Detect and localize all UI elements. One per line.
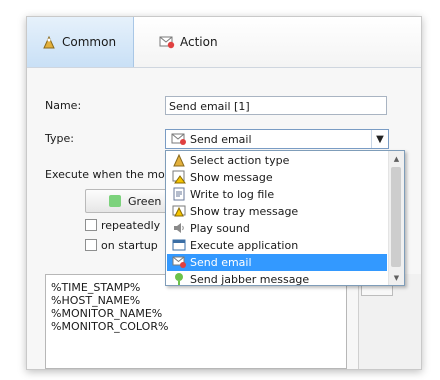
dropdown-item-label: Execute application — [190, 239, 299, 252]
email-icon — [172, 255, 186, 269]
color-button-label: Green — [128, 195, 162, 208]
tab-action-label: Action — [180, 35, 218, 49]
dropdown-item-label: Show message — [190, 171, 273, 184]
email-icon — [159, 34, 175, 50]
tab-common[interactable]: Common — [27, 17, 134, 67]
message-line: %MONITOR_NAME% — [51, 307, 163, 320]
name-label: Name: — [45, 99, 82, 112]
type-combobox[interactable]: Send email ▼ — [165, 129, 389, 149]
on-startup-checkbox[interactable] — [85, 239, 97, 251]
speaker-icon — [172, 221, 186, 235]
dropdown-item[interactable]: Select action type — [167, 152, 387, 169]
dropdown-item-label: Play sound — [190, 222, 250, 235]
dropdown-item[interactable]: Show tray message — [167, 203, 387, 220]
dropdown-item[interactable]: Execute application — [167, 237, 387, 254]
wizard-icon — [41, 34, 57, 50]
scrollbar-thumb[interactable] — [391, 167, 401, 267]
dropdown-item[interactable]: Show message — [167, 169, 387, 186]
dropdown-item[interactable]: Send jabber message — [167, 271, 387, 288]
tab-strip: Common Action — [27, 17, 421, 68]
dropdown-item-label: Send email — [190, 256, 252, 269]
application-icon — [172, 238, 186, 252]
message-textarea[interactable]: %TIME_STAMP% %HOST_NAME% %MONITOR_NAME% … — [45, 274, 347, 369]
dropdown-item-label: Write to log file — [190, 188, 275, 201]
type-value: Send email — [190, 133, 252, 146]
message-warning-icon — [172, 170, 186, 184]
tab-common-label: Common — [62, 35, 117, 49]
on-startup-label: on startup — [101, 239, 158, 252]
tab-action[interactable]: Action — [145, 17, 245, 67]
repeatedly-label: repeatedly — [101, 219, 161, 232]
repeatedly-checkbox[interactable] — [85, 219, 97, 231]
type-label: Type: — [45, 132, 74, 145]
dropdown-item[interactable]: Write to log file — [167, 186, 387, 203]
log-file-icon — [172, 187, 186, 201]
email-icon — [171, 132, 187, 146]
name-input[interactable]: Send email [1] — [165, 96, 387, 115]
dropdown-item-selected[interactable]: Send email — [167, 254, 387, 271]
tray-message-icon — [172, 204, 186, 218]
dropdown-item-label: Send jabber message — [190, 273, 310, 286]
scroll-up-icon[interactable]: ▲ — [389, 151, 404, 166]
dropdown-item-label: Show tray message — [190, 205, 299, 218]
dropdown-item-label: Select action type — [190, 154, 290, 167]
color-swatch — [109, 195, 121, 207]
chevron-down-icon[interactable]: ▼ — [371, 130, 388, 148]
dropdown-item[interactable]: Play sound — [167, 220, 387, 237]
wizard-icon — [172, 153, 186, 167]
dropdown-scrollbar[interactable]: ▲ ▼ — [388, 151, 404, 285]
jabber-icon — [172, 272, 186, 286]
message-line: %MONITOR_COLOR% — [51, 320, 169, 333]
type-dropdown-list: Select action type Show message Write to… — [165, 150, 405, 286]
message-line: %HOST_NAME% — [51, 294, 141, 307]
dialog-window: Common Action Name: Send email [1] Type:… — [26, 16, 422, 370]
scroll-down-icon[interactable]: ▼ — [389, 270, 404, 285]
